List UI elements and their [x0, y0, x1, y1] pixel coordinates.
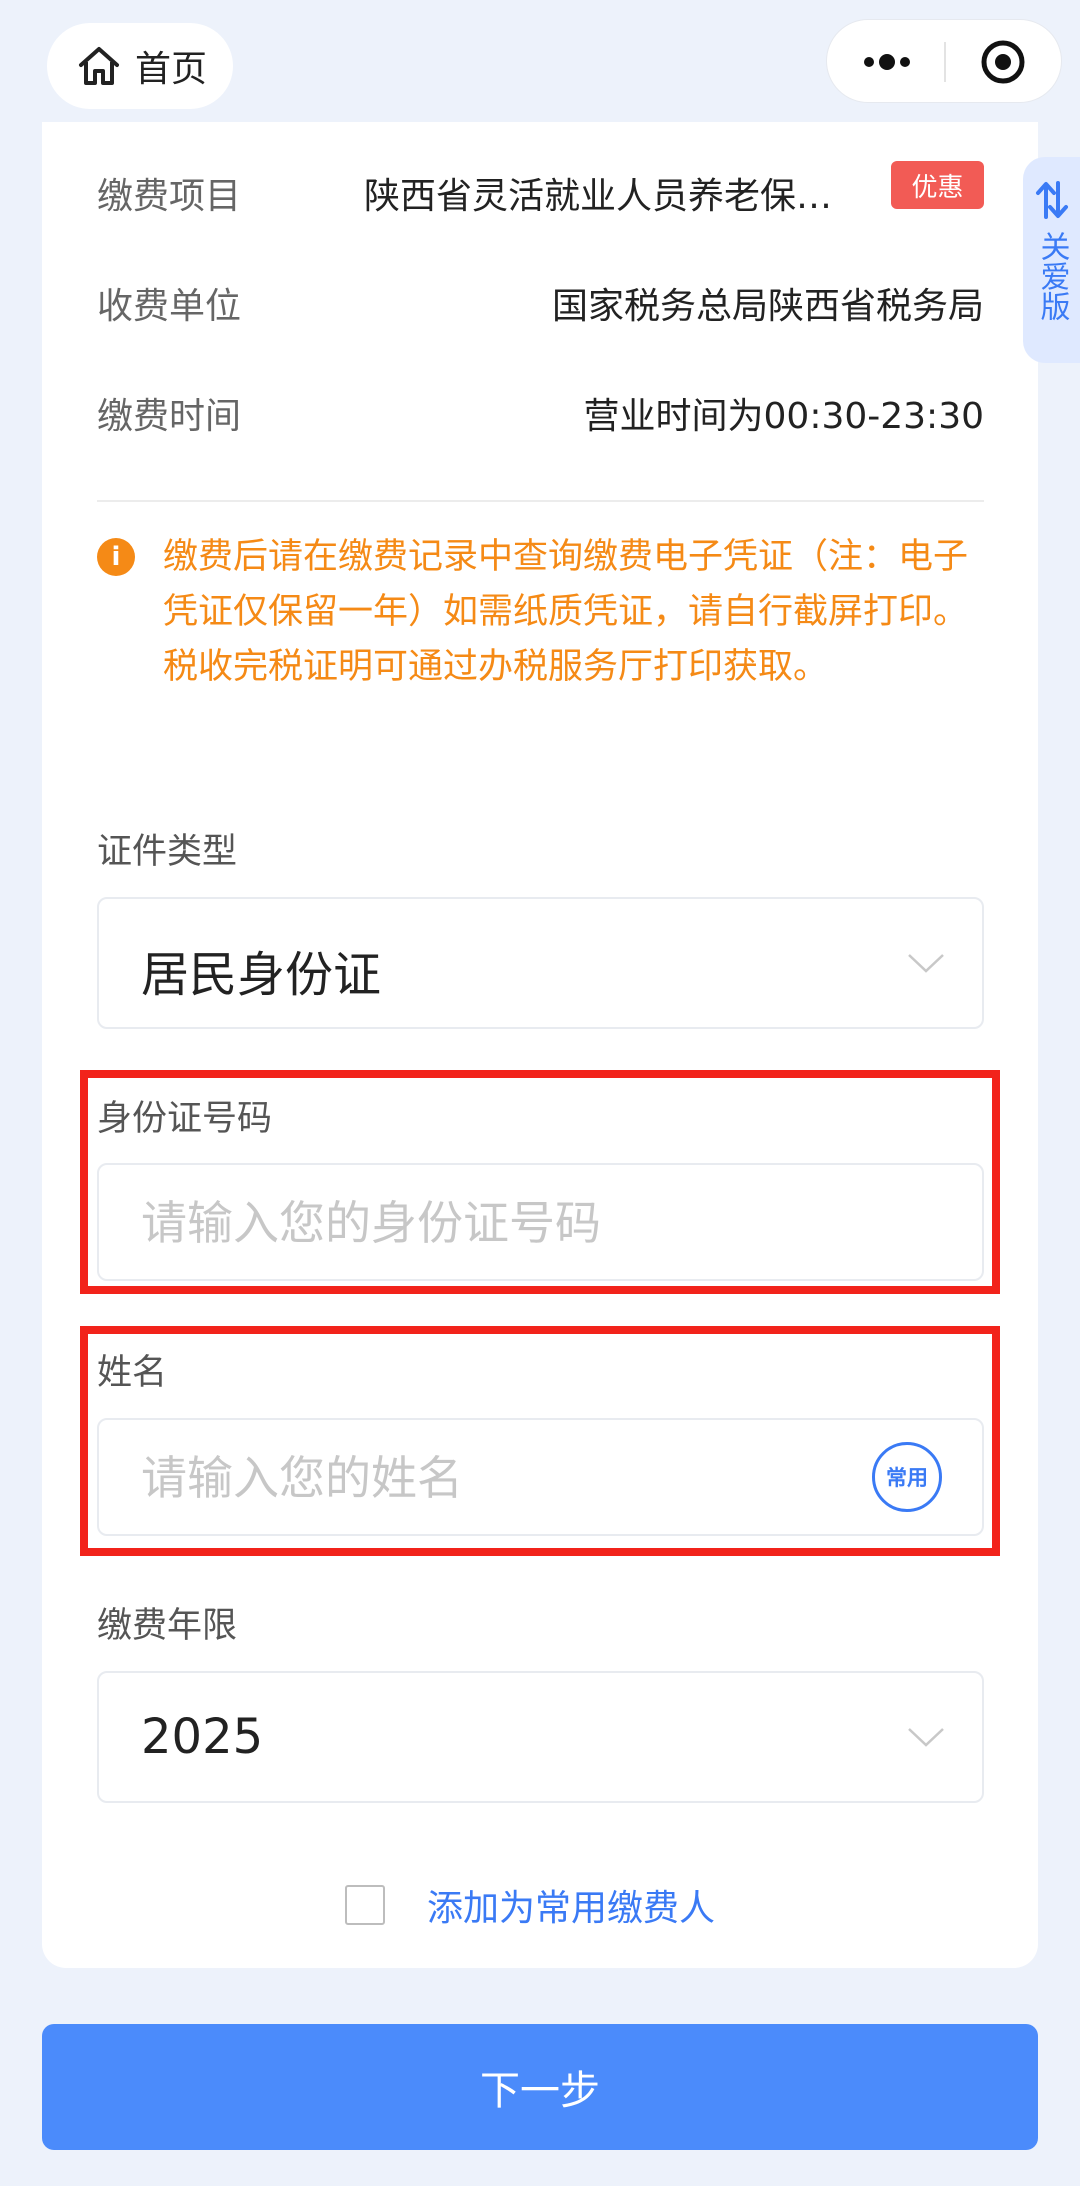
top-bar: 首页 [0, 0, 1080, 122]
divider [97, 500, 984, 502]
chevron-down-icon [908, 1728, 944, 1747]
discount-badge: 优惠 [891, 161, 984, 209]
add-common-payer-row: 添加为常用缴费人 [345, 1880, 715, 1930]
next-step-button[interactable]: 下一步 [42, 2024, 1038, 2150]
name-field[interactable]: 常用 [97, 1418, 984, 1536]
id-number-input[interactable] [141, 1193, 841, 1253]
payment-item-row: 缴费项目 陕西省灵活就业人员养老保… 优惠 [97, 157, 984, 217]
payment-time-value: 营业时间为00:30-23:30 [583, 396, 984, 437]
id-type-select[interactable]: 居民身份证 [97, 897, 984, 1029]
add-common-payer-checkbox[interactable] [345, 1885, 385, 1925]
id-number-field[interactable] [97, 1163, 984, 1281]
payment-time-row: 缴费时间 营业时间为00:30-23:30 [97, 377, 984, 437]
more-icon[interactable] [857, 44, 917, 80]
home-label: 首页 [135, 49, 208, 90]
miniprogram-capsule [826, 19, 1062, 103]
name-label: 姓名 [97, 1353, 168, 1393]
info-icon: i [97, 538, 135, 576]
id-type-value: 居民身份证 [141, 947, 382, 1003]
close-target-icon[interactable] [979, 38, 1027, 86]
payment-year-value: 2025 [141, 1709, 264, 1765]
add-common-payer-link[interactable]: 添加为常用缴费人 [427, 1879, 715, 1931]
switch-arrows-icon [1035, 181, 1068, 219]
chevron-down-icon [908, 954, 944, 973]
payee-value: 国家税务总局陕西省税务局 [551, 286, 984, 327]
home-icon [79, 47, 119, 85]
payee-row: 收费单位 国家税务总局陕西省税务局 [97, 267, 984, 327]
payee-label: 收费单位 [97, 286, 242, 327]
name-input[interactable] [141, 1448, 781, 1508]
notice-text: 缴费后请在缴费记录中查询缴费电子凭证（注：电子凭证仅保留一年）如需纸质凭证，请自… [163, 537, 969, 687]
id-number-label: 身份证号码 [97, 1099, 273, 1139]
payment-item-value: 陕西省灵活就业人员养老保… [363, 176, 832, 217]
payment-year-label: 缴费年限 [97, 1606, 238, 1646]
capsule-divider [944, 42, 946, 82]
page: 首页 关爱版 缴费项目 陕西省灵活就业人员养老保… 优惠 收费单位 国家税务总局… [0, 0, 1080, 2186]
home-button[interactable]: 首页 [47, 23, 233, 109]
care-version-tab[interactable]: 关爱版 [1023, 157, 1080, 363]
payment-time-label: 缴费时间 [97, 396, 242, 437]
payment-item-label: 缴费项目 [97, 176, 242, 217]
payment-year-select[interactable]: 2025 [97, 1671, 984, 1803]
care-version-label: 关爱版 [1034, 231, 1070, 321]
id-type-label: 证件类型 [97, 832, 238, 872]
common-payer-button[interactable]: 常用 [872, 1442, 942, 1512]
